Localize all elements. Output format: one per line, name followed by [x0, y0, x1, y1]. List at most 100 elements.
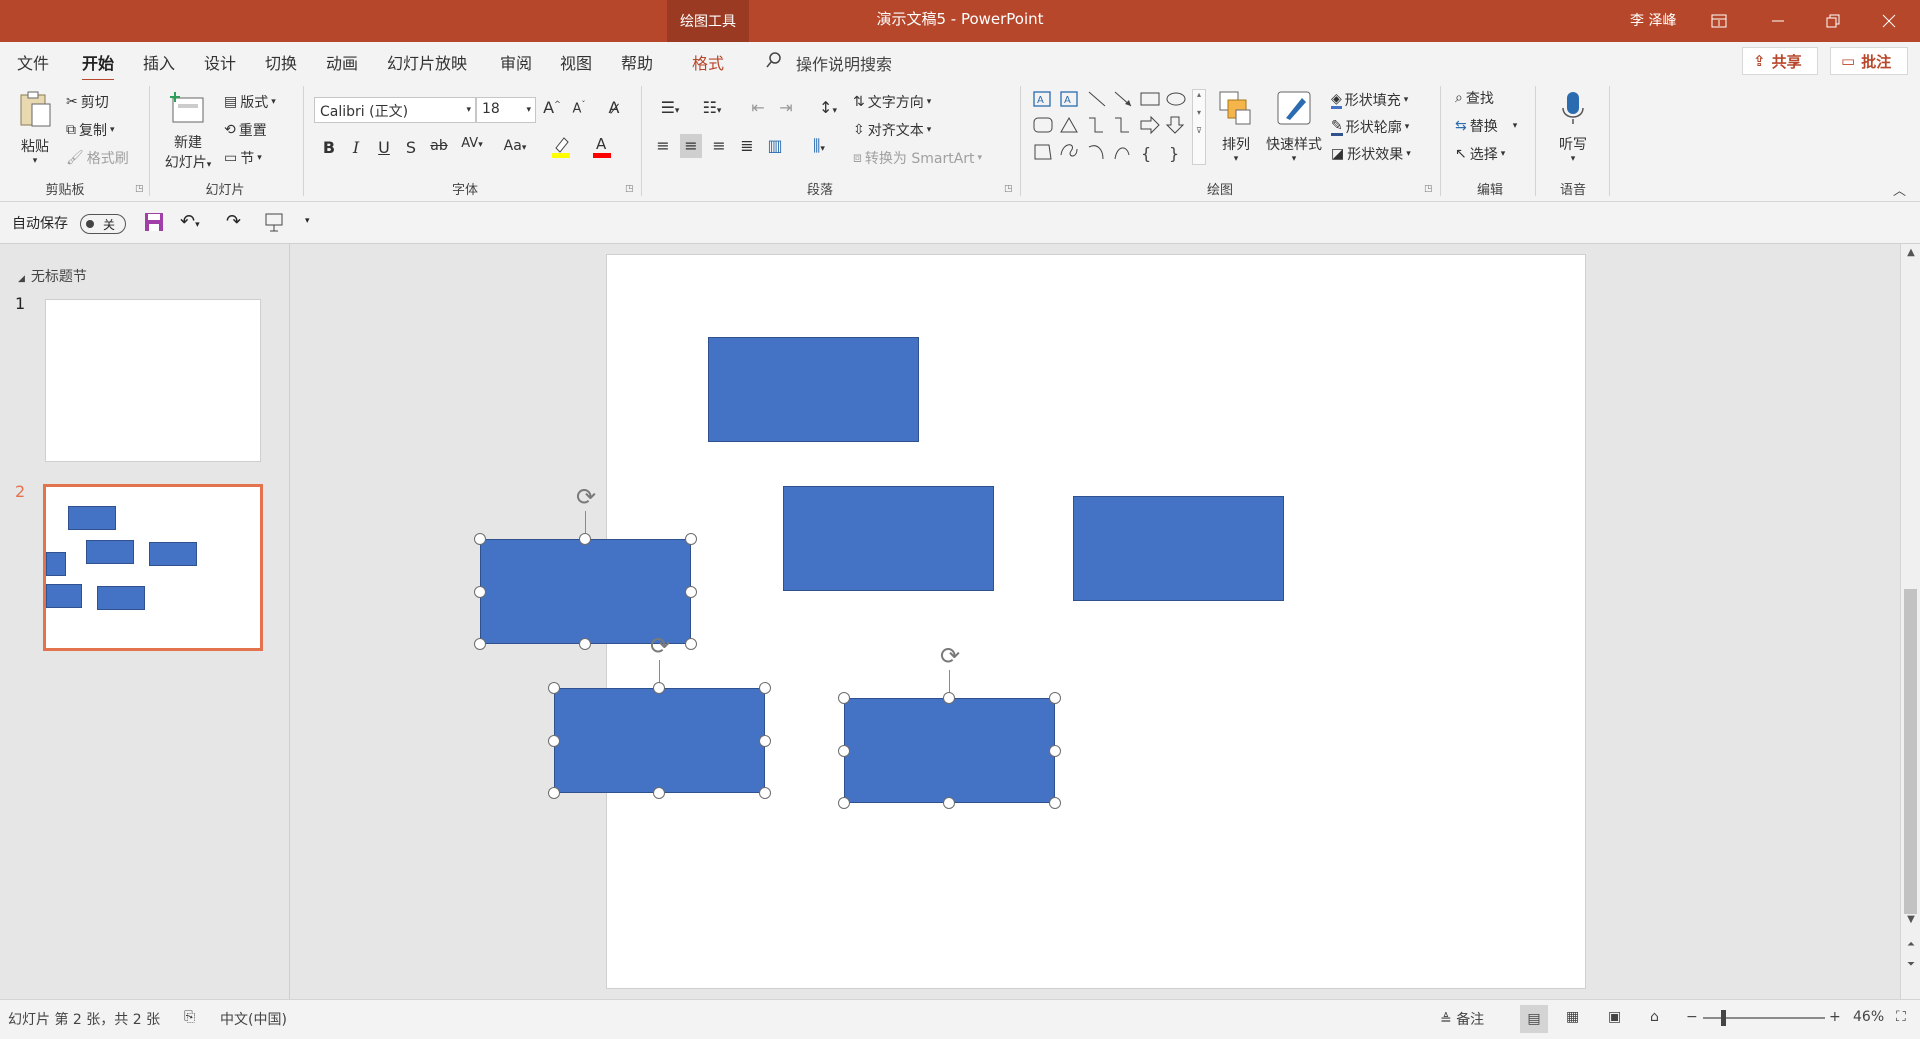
resize-handle[interactable] — [759, 787, 771, 799]
fit-to-window-icon[interactable]: ⛶ — [1896, 1009, 1906, 1025]
resize-handle[interactable] — [1049, 692, 1061, 704]
notes-button[interactable]: ≜ 备注 — [1440, 1009, 1484, 1029]
bold-button[interactable]: B — [318, 138, 340, 157]
zoom-in-icon[interactable]: + — [1829, 1009, 1841, 1025]
clear-formatting-icon[interactable]: A̷ — [603, 98, 625, 117]
resize-handle[interactable] — [653, 787, 665, 799]
resize-handle[interactable] — [685, 638, 697, 650]
normal-view-icon[interactable]: ▤ — [1520, 1005, 1548, 1033]
rectangle-shape-selected-3[interactable] — [844, 698, 1055, 803]
resize-handle[interactable] — [579, 638, 591, 650]
shrink-font-icon[interactable]: Aˇ — [568, 100, 590, 116]
slide-thumbnail-2[interactable] — [43, 484, 263, 651]
font-size-combo[interactable]: 18 ▾ — [476, 97, 536, 123]
distributed-icon[interactable]: ▥ — [764, 136, 786, 155]
resize-handle[interactable] — [838, 797, 850, 809]
zoom-out-icon[interactable]: − — [1686, 1009, 1698, 1025]
tab-file[interactable]: 文件 — [17, 50, 49, 74]
collapse-ribbon-icon[interactable]: ︿ — [1893, 180, 1906, 199]
cut-button[interactable]: ✂ 剪切 — [66, 92, 109, 112]
resize-handle[interactable] — [474, 533, 486, 545]
clipboard-launcher-icon[interactable]: ◳ — [135, 184, 144, 194]
rectangle-shape-selected-2[interactable] — [554, 688, 765, 793]
character-spacing-button[interactable]: AV▾ — [456, 136, 488, 151]
shape-fill-button[interactable]: ◈ 形状填充 ▾ — [1331, 90, 1408, 110]
resize-handle[interactable] — [548, 735, 560, 747]
align-right-icon[interactable]: ≡ — [708, 136, 730, 155]
customize-qat-icon[interactable]: ▾ — [305, 216, 310, 226]
scroll-up-icon[interactable]: ▲ — [1901, 247, 1920, 258]
resize-handle[interactable] — [759, 682, 771, 694]
numbering-icon[interactable]: ☷▾ — [694, 98, 730, 117]
arrange-button[interactable]: 排列 ▾ — [1214, 90, 1258, 164]
close-icon[interactable] — [1866, 0, 1912, 42]
resize-handle[interactable] — [474, 638, 486, 650]
restore-icon[interactable] — [1810, 0, 1856, 42]
vertical-scrollbar[interactable]: ▲ ▼ ⏶ ⏷ — [1900, 244, 1920, 999]
tab-slideshow[interactable]: 幻灯片放映 — [387, 50, 467, 74]
increase-indent-icon[interactable]: ⇥ — [775, 98, 797, 117]
convert-smartart-button[interactable]: ⧈ 转换为 SmartArt ▾ — [853, 148, 982, 168]
quick-styles-button[interactable]: 快速样式 ▾ — [1262, 90, 1326, 164]
section-button[interactable]: ▭ 节 ▾ — [224, 148, 262, 168]
format-painter-button[interactable]: 🖌 格式刷 — [66, 148, 129, 168]
tab-insert[interactable]: 插入 — [143, 50, 175, 74]
rotate-handle-icon[interactable]: ⟳ — [573, 484, 599, 510]
slide-thumbnail-1[interactable] — [45, 299, 261, 462]
replace-button[interactable]: ⇆ 替换 ▾ — [1455, 116, 1517, 136]
resize-handle[interactable] — [685, 586, 697, 598]
paragraph-launcher-icon[interactable]: ◳ — [1004, 184, 1013, 194]
decrease-indent-icon[interactable]: ⇤ — [747, 98, 769, 117]
reset-button[interactable]: ⟲ 重置 — [224, 120, 267, 140]
tab-design[interactable]: 设计 — [204, 50, 236, 74]
share-button[interactable]: ⇪ 共享 — [1742, 47, 1818, 75]
save-icon[interactable] — [144, 212, 164, 236]
reading-view-icon[interactable]: ▣ — [1608, 1009, 1621, 1025]
paste-dropdown-icon[interactable]: ▾ — [14, 156, 56, 166]
find-button[interactable]: ⌕ 查找 — [1455, 88, 1494, 108]
change-case-button[interactable]: Aa▾ — [497, 138, 533, 154]
drawing-launcher-icon[interactable]: ◳ — [1424, 184, 1433, 194]
paste-button[interactable]: 粘贴 ▾ — [14, 90, 56, 166]
rectangle-shape-2[interactable] — [783, 486, 994, 591]
shape-outline-button[interactable]: ✎ 形状轮廓 ▾ — [1331, 117, 1409, 137]
comments-button[interactable]: ▭ 批注 — [1830, 47, 1908, 75]
rotate-handle-icon[interactable]: ⟳ — [937, 643, 963, 669]
columns-icon[interactable]: ⫼▾ — [802, 136, 836, 156]
tab-transitions[interactable]: 切换 — [265, 50, 297, 74]
tab-view[interactable]: 视图 — [560, 50, 592, 74]
align-text-button[interactable]: ⇳ 对齐文本 ▾ — [853, 120, 931, 140]
spelling-check-icon[interactable]: ⎘ — [184, 1009, 195, 1025]
layout-button[interactable]: ▤ 版式 ▾ — [224, 92, 276, 112]
font-color-button[interactable]: A — [587, 134, 617, 162]
tell-me-search[interactable]: 操作说明搜索 — [796, 51, 892, 75]
rectangle-shape-1[interactable] — [708, 337, 919, 442]
resize-handle[interactable] — [838, 745, 850, 757]
rectangle-shape-selected-1[interactable] — [480, 539, 691, 644]
resize-handle[interactable] — [685, 533, 697, 545]
tab-animations[interactable]: 动画 — [326, 50, 358, 74]
resize-handle[interactable] — [653, 682, 665, 694]
bullets-icon[interactable]: ☰▾ — [652, 98, 688, 117]
select-button[interactable]: ↖ 选择 ▾ — [1455, 144, 1505, 164]
shapes-gallery[interactable]: A A { } — [1031, 89, 1191, 165]
tab-home[interactable]: 开始 — [82, 50, 115, 82]
user-name[interactable]: 李 泽峰 — [1630, 0, 1676, 42]
text-direction-button[interactable]: ⇅ 文字方向 ▾ — [853, 92, 931, 112]
font-name-combo[interactable]: Calibri (正文) ▾ — [314, 97, 476, 123]
slide-sorter-icon[interactable]: ▦ — [1566, 1009, 1579, 1025]
resize-handle[interactable] — [943, 692, 955, 704]
next-slide-icon[interactable]: ⏷ — [1901, 959, 1920, 970]
minimize-icon[interactable] — [1755, 0, 1801, 42]
language-indicator[interactable]: 中文(中国) — [220, 1009, 287, 1029]
shape-effects-button[interactable]: ◪ 形状效果 ▾ — [1331, 144, 1411, 164]
slideshow-icon[interactable]: ⌂ — [1650, 1009, 1659, 1025]
grow-font-icon[interactable]: A^ — [541, 98, 563, 117]
rectangle-shape-3[interactable] — [1073, 496, 1284, 601]
resize-handle[interactable] — [474, 586, 486, 598]
tab-help[interactable]: 帮助 — [621, 50, 653, 74]
strikethrough-button[interactable]: ab — [428, 138, 450, 154]
start-from-beginning-icon[interactable] — [264, 212, 284, 236]
italic-button[interactable]: I — [345, 138, 367, 157]
justify-icon[interactable]: ≣ — [736, 136, 758, 155]
